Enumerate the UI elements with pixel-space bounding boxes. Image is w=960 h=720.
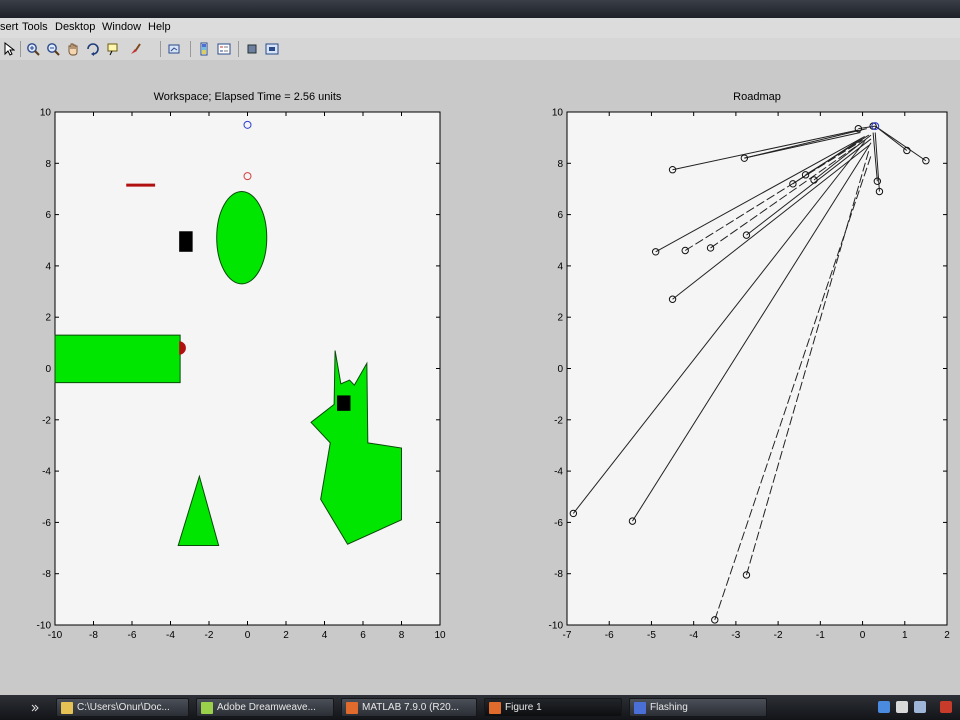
- taskbar-item-figure[interactable]: Figure 1: [484, 698, 622, 717]
- roadmap-x-tick-label: 1: [902, 630, 908, 641]
- roadmap-y-tick-label: -10: [549, 621, 564, 632]
- workspace-y-tick-label: 6: [45, 210, 51, 221]
- workspace-y-tick-label: -4: [42, 467, 51, 478]
- roadmap-x-tick-label: -1: [816, 630, 825, 641]
- workspace-y-tick-label: 0: [45, 364, 51, 375]
- roadmap-y-tick-label: 0: [557, 364, 563, 375]
- figure-toolbar: [0, 38, 960, 61]
- antivirus-tray-icon[interactable]: [940, 701, 952, 713]
- zoom-out-icon[interactable]: [44, 40, 62, 57]
- roadmap-y-tick-label: -8: [554, 569, 563, 580]
- taskbar-item-explorer[interactable]: C:\Users\Onur\Doc...: [56, 698, 189, 717]
- toolbar-separator: [20, 41, 21, 57]
- roadmap-x-tick-label: -4: [689, 630, 698, 641]
- roadmap-y-tick-label: 4: [557, 261, 563, 272]
- rotate-3d-icon[interactable]: [84, 40, 102, 57]
- workspace-x-tick-label: -8: [89, 630, 98, 641]
- network-tray-icon[interactable]: [896, 701, 908, 713]
- shield-tray-icon[interactable]: [878, 701, 890, 713]
- obstacle-polygon: [54, 334, 181, 384]
- figure-plots[interactable]: -10 -8 -6 -4 -2 0 2 4 6 8 10-10-8-6-4-20246810 -7-…: [0, 60, 960, 695]
- roadmap-y-tick-label: 10: [552, 108, 564, 119]
- zoom-in-icon[interactable]: [24, 40, 42, 57]
- matlab-icon: [346, 701, 358, 714]
- legend-icon[interactable]: [215, 40, 233, 57]
- arrow-pointer-icon[interactable]: [0, 40, 18, 57]
- workspace-y-tick-label: 8: [45, 159, 51, 170]
- menu-bar: sert Tools Desktop Window Help: [0, 18, 960, 39]
- dreamweaver-icon: [201, 701, 213, 714]
- pan-hand-icon[interactable]: [64, 40, 82, 57]
- workspace-x-tick-label: -6: [128, 630, 137, 641]
- folder-icon: [61, 701, 73, 714]
- taskbar-item-dreamweaver[interactable]: Adobe Dreamweave...: [196, 698, 334, 717]
- data-cursor-icon[interactable]: [104, 40, 122, 57]
- roadmap-x-tick-label: 2: [944, 630, 950, 641]
- menu-window[interactable]: Window: [102, 21, 141, 33]
- roadmap-y-tick-label: 6: [557, 210, 563, 221]
- workspace-x-tick-label: 8: [399, 630, 405, 641]
- roadmap-y-tick-label: 8: [557, 159, 563, 170]
- taskbar-item-flashing[interactable]: Flashing: [629, 698, 767, 717]
- workspace-x-tick-label: 2: [283, 630, 289, 641]
- roadmap-y-tick-label: -2: [554, 415, 563, 426]
- workspace-x-tick-label: 10: [434, 630, 446, 641]
- roadmap-axes-box: [566, 111, 948, 626]
- roadmap-x-tick-label: 0: [860, 630, 866, 641]
- roadmap-y-tick-label: -6: [554, 518, 563, 529]
- show-plot-tools-icon[interactable]: [263, 40, 281, 57]
- workspace-axes[interactable]: -10 -8 -6 -4 -2 0 2 4 6 8 10 -10 -8 -6 -4 -2 0 2 4 6 8 10: [37, 108, 446, 642]
- workspace-y-tick-label: -10: [37, 621, 52, 632]
- workspace-x-tick-label: -4: [166, 630, 175, 641]
- workspace-y-tick-label: -8: [42, 569, 51, 580]
- black-block: [337, 395, 351, 411]
- quicklaunch-chevron-icon[interactable]: [30, 703, 40, 713]
- menu-help[interactable]: Help: [148, 21, 171, 33]
- toolbar-separator: [238, 41, 239, 57]
- flashing-app-icon: [634, 701, 646, 714]
- windows-taskbar: C:\Users\Onur\Doc... Adobe Dreamweave...…: [0, 695, 960, 720]
- workspace-y-tick-label: 4: [45, 261, 51, 272]
- black-block: [179, 231, 193, 252]
- colorbar-icon[interactable]: [195, 40, 213, 57]
- obstacle-ellipse: [216, 191, 268, 285]
- matlab-figure-icon: [489, 701, 501, 714]
- workspace-y-tick-label: 10: [40, 108, 52, 119]
- menu-desktop[interactable]: Desktop: [55, 21, 95, 33]
- workspace-x-tick-label: -10: [48, 630, 63, 641]
- workspace-x-tick-label: -2: [205, 630, 214, 641]
- roadmap-y-tick-label: -4: [554, 467, 563, 478]
- taskbar-item-matlab[interactable]: MATLAB 7.9.0 (R20...: [341, 698, 477, 717]
- link-plot-icon[interactable]: [165, 40, 183, 57]
- roadmap-x-tick-label: -2: [774, 630, 783, 641]
- roadmap-x-tick-label: -7: [563, 630, 572, 641]
- menu-insert[interactable]: sert: [0, 21, 18, 33]
- hide-plot-tools-icon[interactable]: [243, 40, 261, 57]
- window-title-strip: [0, 0, 960, 18]
- roadmap-x-tick-label: -6: [605, 630, 614, 641]
- roadmap-x-tick-label: -3: [731, 630, 740, 641]
- volume-tray-icon[interactable]: [914, 701, 926, 713]
- roadmap-x-tick-label: -5: [647, 630, 656, 641]
- workspace-x-tick-label: 6: [360, 630, 366, 641]
- roadmap-axes[interactable]: -7 -6 -5 -4 -3 -2 -1 0 1 2-10-8-6-4-20246810: [549, 108, 951, 642]
- workspace-y-tick-label: -6: [42, 518, 51, 529]
- roadmap-y-tick-label: 2: [557, 313, 563, 324]
- brush-icon[interactable]: [126, 40, 144, 57]
- workspace-y-tick-label: -2: [42, 415, 51, 426]
- toolbar-separator: [160, 41, 161, 57]
- menu-tools[interactable]: Tools: [22, 21, 48, 33]
- workspace-x-tick-label: 4: [322, 630, 328, 641]
- toolbar-separator: [190, 41, 191, 57]
- workspace-y-tick-label: 2: [45, 313, 51, 324]
- workspace-x-tick-label: 0: [245, 630, 251, 641]
